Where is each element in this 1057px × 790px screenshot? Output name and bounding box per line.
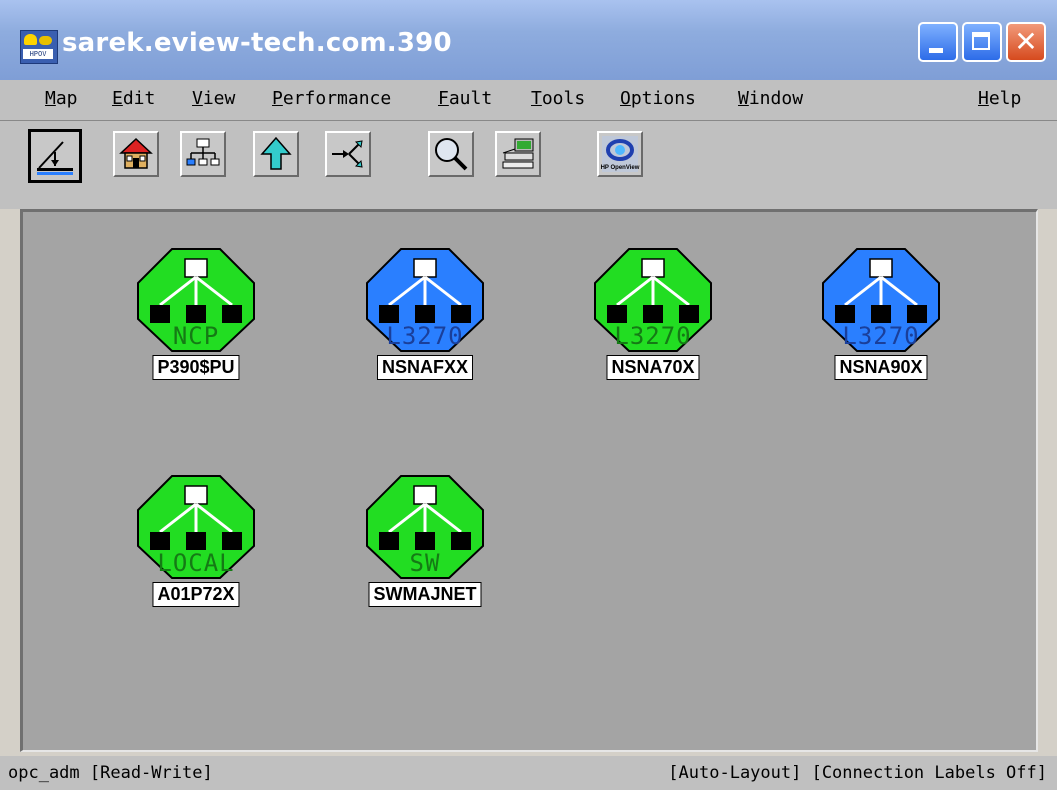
maximize-icon [972,32,990,50]
map-node[interactable]: L3270 NSNA70X [583,247,723,417]
menu-help[interactable]: Help [978,88,1021,109]
menu-options[interactable]: Options [620,88,696,109]
magnifier-icon [435,138,468,171]
go-up-button[interactable] [253,131,299,177]
device-button[interactable] [495,131,541,177]
map-node[interactable]: L3270 NSNAFXX [355,247,495,417]
node-name-label[interactable]: NSNA70X [606,355,700,380]
node-name-label[interactable]: A01P72X [152,582,240,607]
device-icon [502,138,534,169]
node-name-label[interactable]: SWMAJNET [368,582,482,607]
hierarchy-button[interactable] [180,131,226,177]
status-layout-info: [Auto-Layout] [Connection Labels Off] [668,763,1047,783]
network-symbol-icon [366,475,484,579]
menu-performance[interactable]: Performance [272,88,391,109]
svg-text:HP OpenView: HP OpenView [601,165,640,171]
menu-bar: Map Edit View Performance Fault Tools Op… [0,80,1057,121]
map-draw-button[interactable] [28,129,82,183]
title-bar[interactable]: HPOV sarek.eview-tech.com.390 ✕ [0,0,1057,80]
minimize-icon [929,48,943,53]
home-button[interactable] [113,131,159,177]
hp-openview-app-icon: HPOV [20,30,58,64]
network-symbol-icon [594,248,712,352]
map-node[interactable]: L3270 NSNA90X [811,247,951,417]
close-icon: ✕ [1014,25,1038,58]
hp-openview-button[interactable]: HP OpenView [597,131,643,177]
network-symbol-icon [137,248,255,352]
status-bar: opc_adm [Read-Write] [Auto-Layout] [Conn… [0,756,1057,790]
close-button[interactable]: ✕ [1006,22,1046,62]
hierarchy-icon [186,138,220,166]
maximize-button[interactable] [962,22,1002,62]
menu-fault[interactable]: Fault [438,88,492,109]
map-canvas[interactable]: NCP P390$PU L3270 NSNAFXX L3270 NSNA70X L3270 N… [20,209,1038,752]
map-node[interactable]: LOCAL A01P72X [126,474,266,644]
menu-map[interactable]: Map [45,88,78,109]
menu-tools[interactable]: Tools [531,88,585,109]
node-name-label[interactable]: P390$PU [152,355,240,380]
map-draw-icon [37,141,73,175]
minimize-button[interactable] [918,22,958,62]
shortcuts-icon [332,140,363,168]
window-title: sarek.eview-tech.com.390 [62,28,452,58]
up-arrow-icon [260,136,292,170]
home-icon [119,137,153,169]
network-symbol-icon [137,475,255,579]
toolbar: HP OpenView [0,121,1057,209]
node-name-label[interactable]: NSNAFXX [376,355,474,380]
shortcuts-button[interactable] [325,131,371,177]
hp-openview-icon: HP OpenView [601,136,640,172]
menu-window[interactable]: Window [738,88,803,109]
map-node[interactable]: NCP P390$PU [126,247,266,417]
network-symbol-icon [822,248,940,352]
menu-view[interactable]: View [192,88,235,109]
find-button[interactable] [428,131,474,177]
menu-edit[interactable]: Edit [112,88,155,109]
status-user-mode: opc_adm [Read-Write] [8,763,213,783]
network-symbol-icon [366,248,484,352]
map-node[interactable]: SW SWMAJNET [355,474,495,644]
node-name-label[interactable]: NSNA90X [834,355,928,380]
